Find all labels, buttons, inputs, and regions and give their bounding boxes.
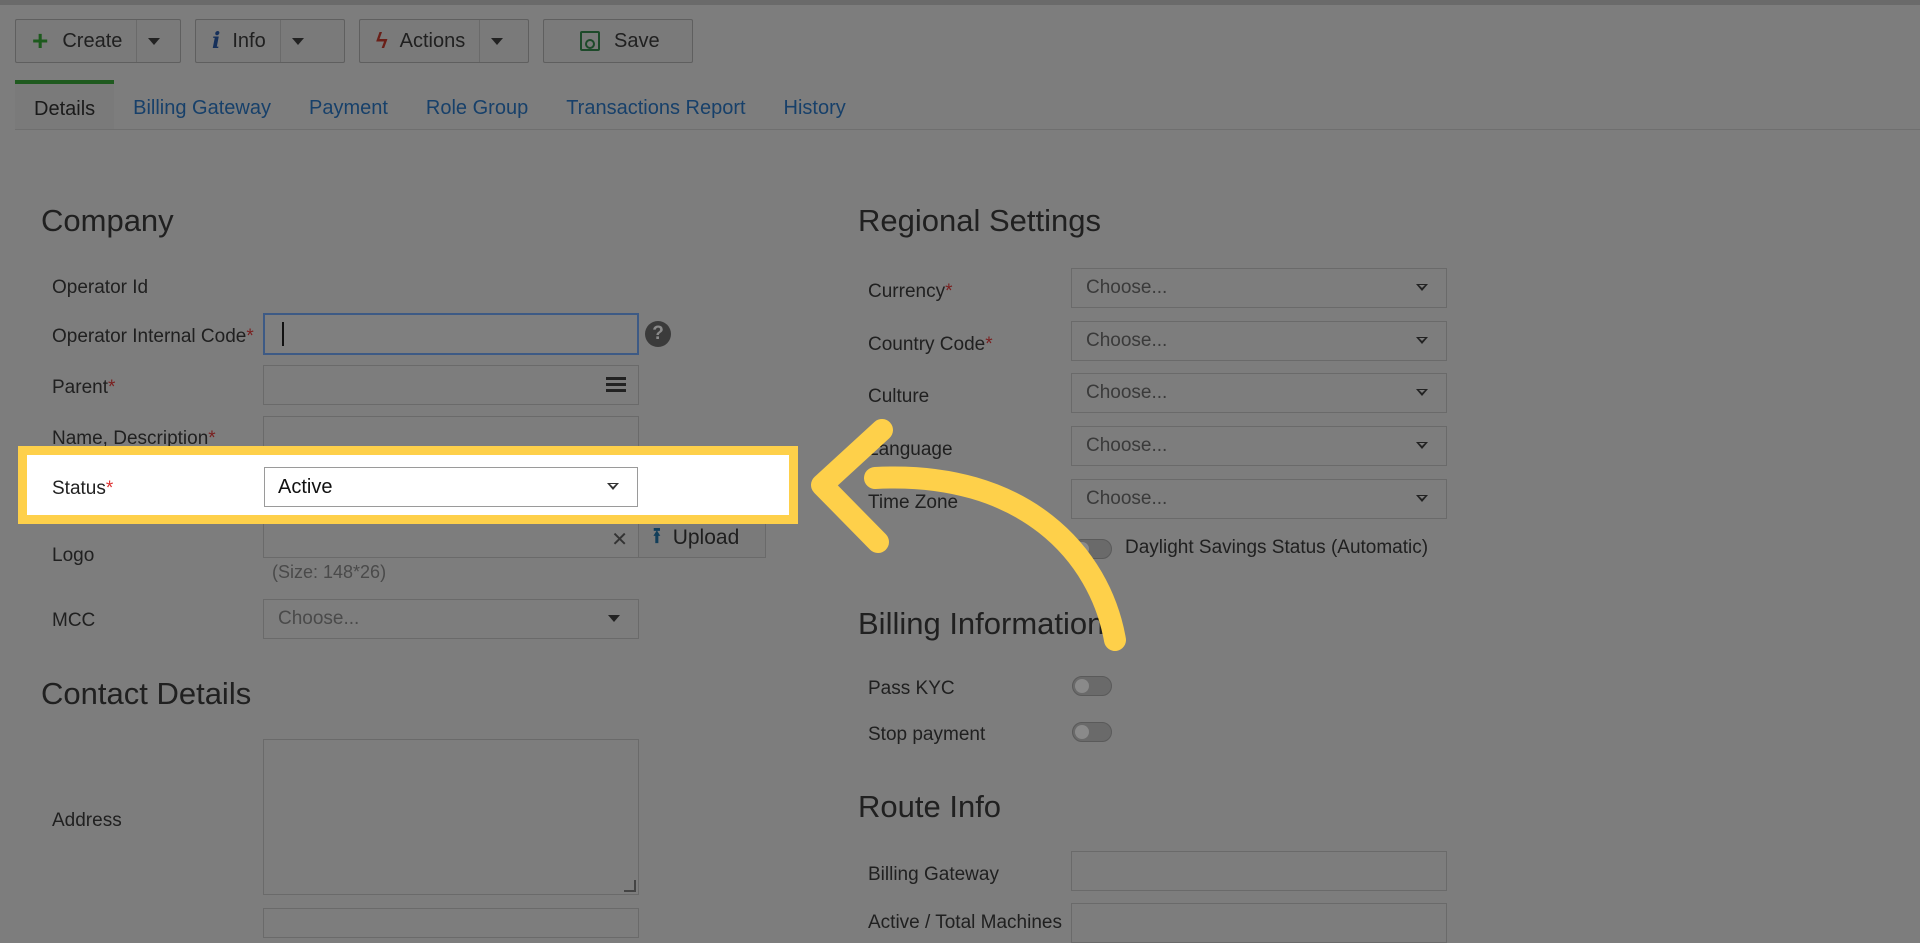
pointer-arrow-icon	[811, 419, 1126, 651]
